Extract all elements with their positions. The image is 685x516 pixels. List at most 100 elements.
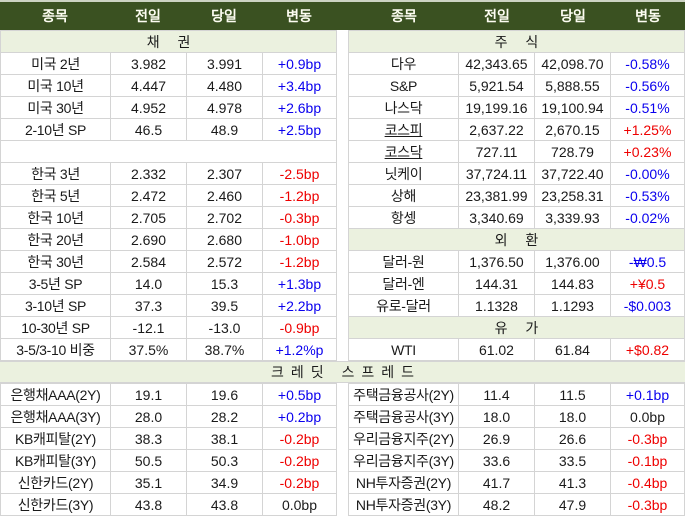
table-row: 다우 42,343.65 42,098.70 -0.58% (347, 52, 685, 75)
item-label: 나스닥 (347, 96, 459, 119)
cur-value: 43.8 (186, 493, 263, 516)
change-value: -0.2bp (262, 471, 337, 494)
prev-value: 23,381.99 (457, 184, 535, 207)
cur-value: 33.5 (534, 449, 611, 472)
change-value: -0.56% (609, 74, 685, 97)
table-row: 주택금융공사(2Y) 11.4 11.5 +0.1bp (348, 383, 685, 406)
table-row: 우리금융지주(2Y) 26.9 26.6 -0.3bp (348, 427, 685, 450)
table-row: 닛케이 37,724.11 37,722.40 -0.00% (347, 162, 685, 185)
table-row: 나스닥 19,199.16 19,100.94 -0.51% (347, 96, 685, 119)
change-value: -0.3bp (610, 427, 685, 450)
change-value: -1.2bp (261, 250, 338, 273)
item-label: 우리금융지주(3Y) (348, 449, 459, 472)
column-header-cur: 당일 (211, 8, 237, 24)
cur-value: 47.9 (534, 493, 611, 516)
prev-value: 19.1 (110, 383, 187, 406)
table-row: 10-30년 SP -12.1 -13.0 -0.9bp (0, 316, 338, 339)
column-header-item: 종목 (42, 8, 68, 24)
cur-value: 2,670.15 (533, 118, 611, 141)
cur-value: 5,888.55 (533, 74, 611, 97)
item-label: 은행채AAA(3Y) (0, 405, 111, 428)
market-table: 주 식 다우 42,343.65 42,098.70 -0.58% S&P 5,921.54… (347, 30, 685, 361)
cur-value: 19,100.94 (533, 96, 611, 119)
table-gap (337, 30, 348, 361)
table-row: 상해 23,381.99 23,258.31 -0.53% (347, 184, 685, 207)
prev-value: 14.0 (110, 272, 187, 295)
item-label: 한국 5년 (0, 184, 111, 207)
prev-value: 2.332 (110, 162, 187, 185)
section-row: 유 가 (347, 316, 685, 339)
table-row: 한국 3년 2.332 2.307 -2.5bp (0, 162, 338, 185)
table-gap (337, 383, 348, 516)
change-value: -0.9bp (261, 316, 338, 339)
item-label: 항셍 (347, 206, 459, 229)
change-value: +$0.82 (609, 338, 685, 361)
table-row: 달러-원 1,376.50 1,376.00 -₩0.5 (347, 250, 685, 273)
cur-value: 23,258.31 (533, 184, 611, 207)
change-value: -0.02% (609, 206, 685, 229)
prev-value: 26.9 (458, 427, 535, 450)
prev-value: 1,376.50 (457, 250, 535, 273)
table-row: 신한카드(2Y) 35.1 34.9 -0.2bp (0, 471, 337, 494)
credit-right-table: 주택금융공사(2Y) 11.4 11.5 +0.1bp 주택금융공사(3Y) 18.0 18… (348, 383, 685, 516)
change-value: +2.2bp (261, 294, 338, 317)
prev-value: 37.3 (110, 294, 187, 317)
change-value: +1.2%p (261, 338, 338, 361)
table-row: 미국 10년 4.447 4.480 +3.4bp (0, 74, 338, 97)
item-label: 은행채AAA(2Y) (0, 383, 111, 406)
item-label: 주택금융공사(2Y) (348, 383, 459, 406)
section-row: 외 환 (347, 228, 685, 251)
table-row: 2-10년 SP 46.5 48.9 +2.5bp (0, 118, 338, 141)
change-value: -0.2bp (262, 427, 337, 450)
item-label: 2-10년 SP (0, 118, 111, 141)
table-row: NH투자증권(3Y) 48.2 47.9 -0.3bp (348, 493, 685, 516)
change-value: +0.2bp (262, 405, 337, 428)
item-label: 우리금융지주(2Y) (348, 427, 459, 450)
table-row: 코스닥 727.11 728.79 +0.23% (347, 140, 685, 163)
item-label[interactable]: 코스닥 (347, 140, 459, 163)
change-value: +3.4bp (261, 74, 338, 97)
cur-value: 61.84 (533, 338, 611, 361)
cur-value: 38.7% (186, 338, 263, 361)
change-value: +0.9bp (261, 52, 338, 75)
item-label: 다우 (347, 52, 459, 75)
change-value: -0.51% (609, 96, 685, 119)
bond-table: 채 권 미국 2년 3.982 3.991 +0.9bp 미국 10년 4.447 4.480… (0, 30, 338, 361)
item-label: 한국 20년 (0, 228, 111, 251)
cur-value: 2.680 (186, 228, 263, 251)
cur-value: 42,098.70 (533, 52, 611, 75)
prev-value: 50.5 (110, 449, 187, 472)
table-row: WTI 61.02 61.84 +$0.82 (347, 338, 685, 361)
change-value: +0.23% (609, 140, 685, 163)
change-value: -$0.003 (609, 294, 685, 317)
item-label: NH투자증권(2Y) (348, 471, 459, 494)
prev-value: 37.5% (110, 338, 187, 361)
table-row: 항셍 3,340.69 3,339.93 -0.02% (347, 206, 685, 229)
item-label: 한국 10년 (0, 206, 111, 229)
change-value: +1.25% (609, 118, 685, 141)
item-label[interactable]: 코스피 (347, 118, 459, 141)
table-row: 한국 5년 2.472 2.460 -1.2bp (0, 184, 338, 207)
table-row: 미국 2년 3.982 3.991 +0.9bp (0, 52, 338, 75)
item-label: 3-5년 SP (0, 272, 111, 295)
cur-value: 11.5 (534, 383, 611, 406)
column-header-prev: 전일 (484, 8, 510, 24)
cur-value: 26.6 (534, 427, 611, 450)
table-row: 은행채AAA(3Y) 28.0 28.2 +0.2bp (0, 405, 337, 428)
section-row: 채 권 (0, 30, 338, 53)
prev-value: 3.982 (110, 52, 187, 75)
column-header-cur: 당일 (560, 8, 586, 24)
item-label: 3-10년 SP (0, 294, 111, 317)
prev-value: 2.472 (110, 184, 187, 207)
cur-value: 39.5 (186, 294, 263, 317)
cur-value: 3.991 (186, 52, 263, 75)
market-summary-sheet: 종목 전일 당일 변동 종목 전일 당일 변동 채 권 미국 2년 3.982 3.9… (0, 0, 685, 516)
table-row: 한국 30년 2.584 2.572 -1.2bp (0, 250, 338, 273)
change-value: -0.58% (609, 52, 685, 75)
item-label: 달러-원 (347, 250, 459, 273)
item-label: 한국 30년 (0, 250, 111, 273)
column-header-item: 종목 (391, 8, 417, 24)
table-row: 3-10년 SP 37.3 39.5 +2.2bp (0, 294, 338, 317)
cur-value: 18.0 (534, 405, 611, 428)
section-title: 유 가 (347, 316, 685, 339)
